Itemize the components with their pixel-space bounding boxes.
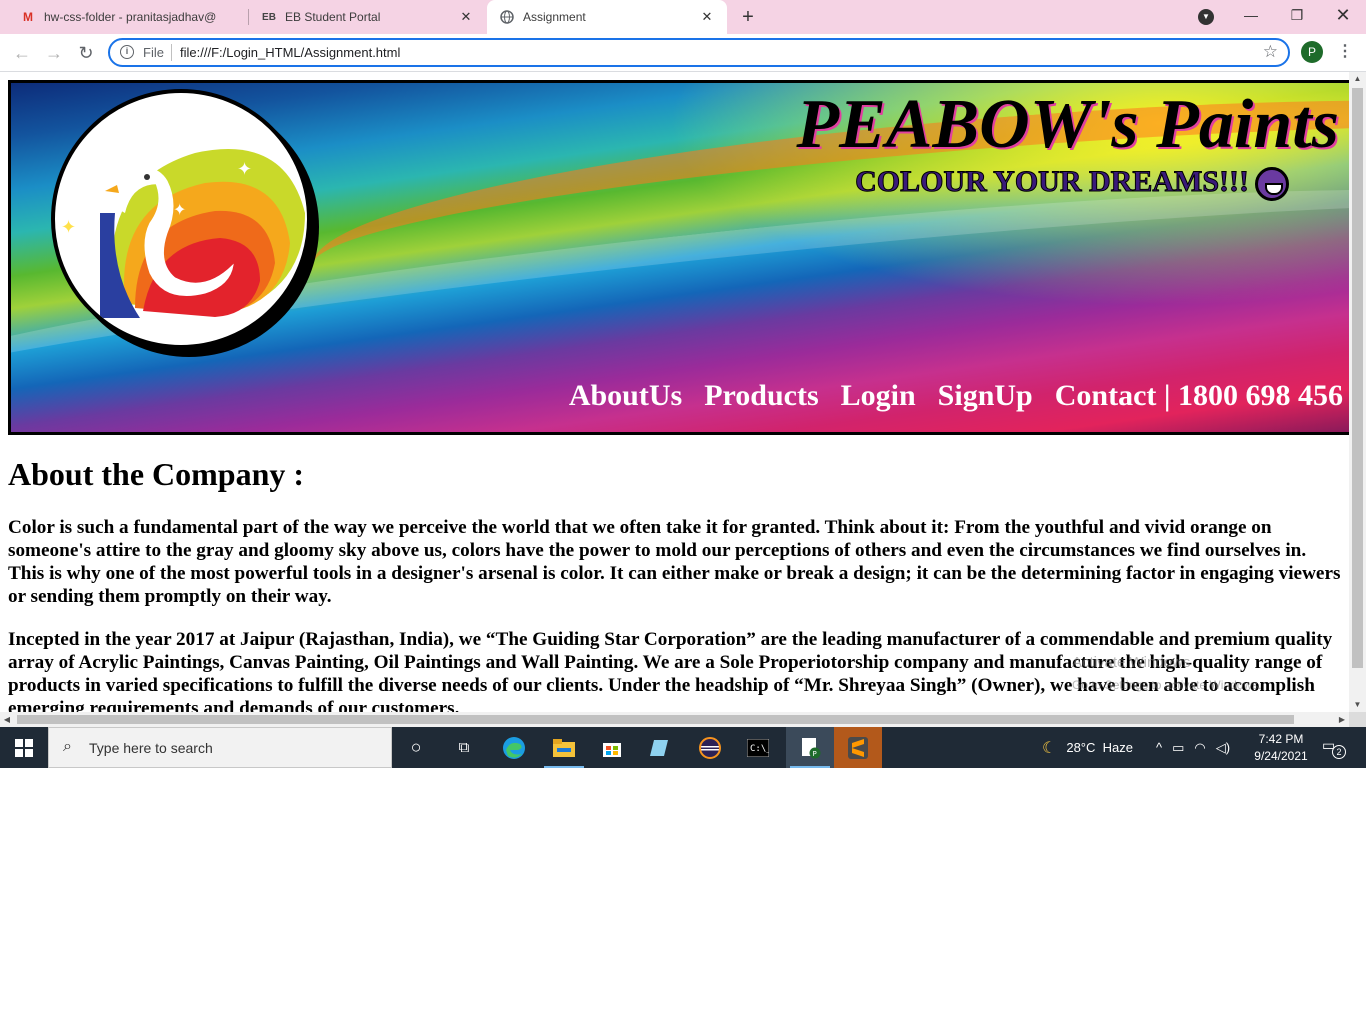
tagline-text: COLOUR YOUR DREAMS!!! xyxy=(855,165,1250,199)
nav-link-login[interactable]: Login xyxy=(841,379,916,413)
file-explorer-icon[interactable] xyxy=(540,727,588,768)
action-center-icon[interactable]: ▭ 2 xyxy=(1322,737,1346,759)
terminal-icon[interactable]: C:\_ xyxy=(734,727,782,768)
weather-text: 28°C Haze xyxy=(1066,740,1133,755)
address-bar[interactable]: i File file:///F:/Login_HTML/Assignment.… xyxy=(108,38,1290,67)
nav-link-aboutus[interactable]: AboutUs xyxy=(569,379,682,413)
tab-strip: M hw-css-folder - pranitasjadhav@ EB EB … xyxy=(0,0,1366,34)
moon-icon: ☾ xyxy=(1042,739,1057,757)
task-view-icon[interactable]: ⧉ xyxy=(440,727,488,768)
tab-assignment[interactable]: Assignment ✕ xyxy=(487,0,727,34)
svg-text:P: P xyxy=(813,750,817,758)
header-banner: ✦ ✦ ✦ ✦ PEABOW's Paints COLOUR YOUR DREA… xyxy=(8,80,1349,435)
svg-text:✦: ✦ xyxy=(237,159,252,180)
clock-date: 9/24/2021 xyxy=(1254,749,1308,763)
taskbar-search[interactable]: ⌕ Type here to search xyxy=(48,727,392,768)
notepad-icon[interactable] xyxy=(636,727,684,768)
scroll-right-arrow-icon[interactable]: ▶ xyxy=(1335,712,1349,727)
main-nav: AboutUs Products Login SignUp Contact | … xyxy=(569,379,1343,413)
clock-time: 7:42 PM xyxy=(1258,732,1304,746)
brand-title: PEABOW's Paints xyxy=(796,86,1339,163)
close-icon[interactable]: ✕ xyxy=(699,9,715,25)
search-icon: ⌕ xyxy=(63,738,72,755)
profile-avatar[interactable]: P xyxy=(1301,41,1323,63)
svg-text:✦: ✦ xyxy=(225,122,243,147)
tab-title: EB Student Portal xyxy=(285,10,381,24)
svg-text:✦: ✦ xyxy=(173,200,186,219)
minimize-button[interactable]: — xyxy=(1228,0,1274,32)
url-text[interactable]: file:///F:/Login_HTML/Assignment.html xyxy=(180,45,400,60)
page-viewport: ✦ ✦ ✦ ✦ PEABOW's Paints COLOUR YOUR DREA… xyxy=(0,72,1349,712)
tab-title: Assignment xyxy=(523,10,586,24)
nav-link-contact[interactable]: Contact | 1800 698 456 xyxy=(1055,379,1343,413)
window-close-button[interactable]: ✕ xyxy=(1320,0,1366,32)
new-tab-button[interactable]: + xyxy=(738,6,758,28)
edge-icon[interactable] xyxy=(490,727,538,768)
restore-button[interactable]: ❐ xyxy=(1274,0,1320,32)
scrollbar-thumb[interactable] xyxy=(17,715,1294,724)
cortana-icon[interactable]: ○ xyxy=(392,727,440,768)
taskbar-clock[interactable]: 7:42 PM 9/24/2021 xyxy=(1250,731,1312,765)
browser-toolbar: ← → ↻ i File file:///F:/Login_HTML/Assig… xyxy=(0,34,1366,72)
svg-text:C:\_: C:\_ xyxy=(750,744,769,754)
tab-title: hw-css-folder - pranitasjadhav@ xyxy=(44,10,217,24)
scroll-left-arrow-icon[interactable]: ◀ xyxy=(0,712,14,727)
close-icon[interactable]: ✕ xyxy=(458,9,474,25)
watermark-line-1: Activate Windows xyxy=(1072,654,1191,671)
battery-icon[interactable]: ▭ xyxy=(1172,740,1184,756)
divider xyxy=(171,44,172,61)
reload-button[interactable]: ↻ xyxy=(74,41,98,65)
windows-taskbar: ⌕ Type here to search ○ ⧉ C:\_ P ☾ 28°C … xyxy=(0,727,1366,768)
bookmark-star-icon[interactable]: ☆ xyxy=(1263,42,1278,62)
chevron-up-icon[interactable]: ^ xyxy=(1156,740,1162,755)
chrome-profile-window-icon[interactable]: P xyxy=(786,727,834,768)
svg-text:✦: ✦ xyxy=(61,217,76,238)
sublime-text-icon[interactable] xyxy=(834,727,882,768)
about-heading: About the Company : xyxy=(8,456,305,492)
nav-link-products[interactable]: Products xyxy=(704,379,818,413)
info-icon[interactable]: i xyxy=(120,45,134,59)
globe-icon xyxy=(499,9,515,25)
volume-icon[interactable]: ◁) xyxy=(1216,740,1230,756)
tab-gmail[interactable]: M hw-css-folder - pranitasjadhav@ xyxy=(0,0,248,34)
notification-badge: 2 xyxy=(1332,745,1346,759)
system-tray: ^ ▭ ◠ ◁) xyxy=(1156,727,1230,768)
start-button[interactable] xyxy=(0,727,48,768)
scroll-down-arrow-icon[interactable]: ▼ xyxy=(1349,698,1366,712)
activate-windows-watermark: Activate Windows Go to Settings to activ… xyxy=(1072,652,1261,696)
horizontal-scrollbar[interactable]: ◀ ▶ xyxy=(0,712,1349,727)
eclipse-icon[interactable] xyxy=(686,727,734,768)
empty-area xyxy=(0,768,1366,1024)
search-placeholder: Type here to search xyxy=(89,740,213,756)
gmail-icon: M xyxy=(23,10,33,24)
tab-eb-student-portal[interactable]: EB EB Student Portal ✕ xyxy=(249,0,486,34)
eb-icon: EB xyxy=(262,11,276,23)
nav-link-signup[interactable]: SignUp xyxy=(938,379,1033,413)
tab-search-icon[interactable]: ▼ xyxy=(1198,9,1214,25)
scrollbar-thumb[interactable] xyxy=(1352,88,1363,668)
about-paragraph-1: Color is such a fundamental part of the … xyxy=(8,517,1341,607)
back-button[interactable]: ← xyxy=(10,41,34,65)
menu-kebab-icon[interactable]: ⋮ xyxy=(1337,41,1353,63)
peacock-logo: ✦ ✦ ✦ ✦ xyxy=(51,89,311,349)
smiley-icon xyxy=(1255,167,1289,202)
scroll-corner xyxy=(1349,712,1366,727)
scheme-label: File xyxy=(143,45,164,60)
vertical-scrollbar[interactable]: ▲ ▼ xyxy=(1349,72,1366,712)
store-icon[interactable] xyxy=(588,727,636,768)
wifi-icon[interactable]: ◠ xyxy=(1194,740,1205,756)
forward-button[interactable]: → xyxy=(42,41,66,65)
windows-logo-icon xyxy=(15,738,33,757)
scroll-up-arrow-icon[interactable]: ▲ xyxy=(1349,72,1366,86)
weather-widget[interactable]: ☾ 28°C Haze xyxy=(1042,727,1133,768)
watermark-line-2: Go to Settings to activate Windows. xyxy=(1072,678,1262,692)
brand-tagline: COLOUR YOUR DREAMS!!! xyxy=(855,165,1289,202)
